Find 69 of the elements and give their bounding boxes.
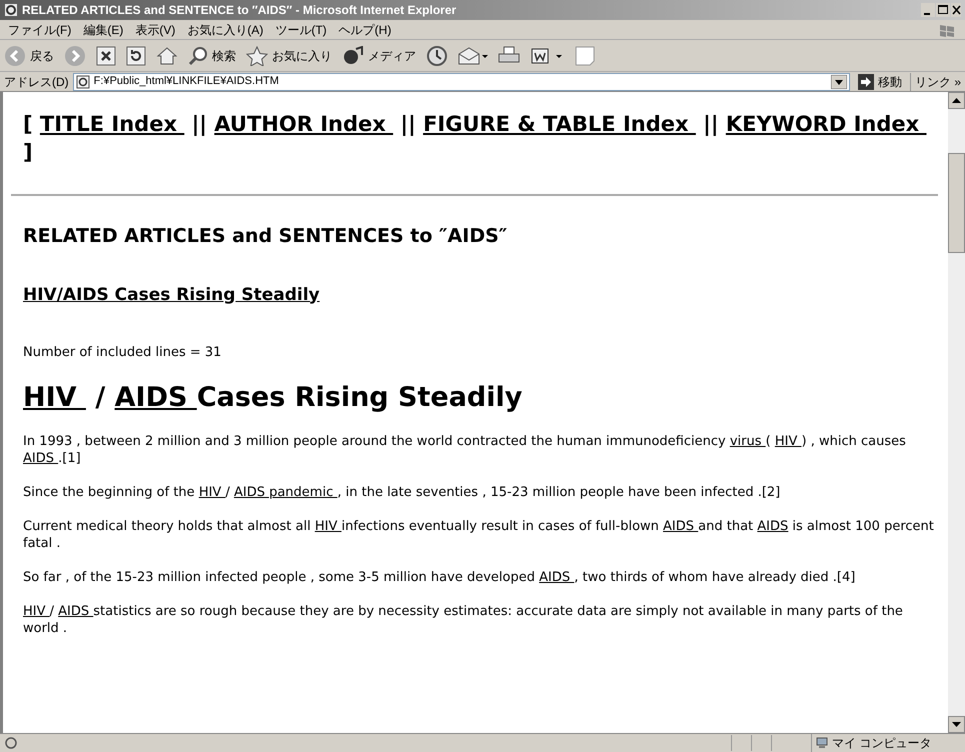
menu-item[interactable]: ファイル(F) — [8, 20, 72, 38]
link[interactable]: HIV — [198, 484, 226, 500]
window-title: RELATED ARTICLES and SENTENCE to ″AIDS″ - Microsoft Internet Explorer — [22, 2, 458, 19]
link[interactable]: FIGURE & TABLE Index — [423, 112, 696, 136]
stop-icon[interactable] — [96, 46, 116, 66]
media-button[interactable]: メディア — [342, 46, 416, 66]
arrow-icon — [858, 74, 874, 90]
scroll-down-button[interactable] — [948, 716, 965, 733]
link[interactable]: HIV — [314, 518, 342, 534]
link[interactable]: HIV — [23, 604, 50, 618]
browser-icon — [4, 3, 18, 17]
search-icon — [188, 46, 208, 66]
search-button[interactable]: 検索 — [188, 46, 236, 66]
maximize-icon[interactable] — [936, 3, 950, 17]
house-icon[interactable] — [156, 46, 178, 66]
link[interactable]: AIDS — [757, 518, 788, 534]
word-document-icon[interactable] — [530, 46, 564, 66]
link[interactable]: AIDS — [23, 450, 58, 466]
go-button[interactable]: 移動 — [854, 72, 906, 90]
address-field[interactable]: F:¥Public_html¥LINKFILE¥AIDS.HTM — [72, 72, 850, 90]
minimize-icon[interactable] — [921, 3, 935, 17]
page-icon — [76, 74, 90, 88]
link[interactable]: HIV — [23, 382, 86, 413]
link[interactable]: HIV — [774, 434, 802, 448]
address-text: F:¥Public_html¥LINKFILE¥AIDS.HTM — [94, 74, 280, 90]
up-arrow-icon — [952, 98, 961, 103]
link[interactable]: TITLE Index — [40, 112, 184, 136]
section-heading: RELATED ARTICLES and SENTENCES to ″AIDS″ — [23, 224, 508, 249]
menu-item[interactable]: ヘルプ(H) — [338, 20, 392, 38]
computer-icon — [816, 737, 828, 749]
links-button[interactable]: リンク » — [910, 72, 961, 90]
scrollbar[interactable] — [948, 92, 965, 733]
link[interactable]: KEYWORD Index — [726, 112, 926, 136]
scroll-up-button[interactable] — [948, 92, 965, 109]
back-button[interactable]: 戻る — [4, 44, 54, 66]
link[interactable]: AIDS — [663, 518, 698, 534]
envelope-icon[interactable] — [458, 46, 488, 66]
link[interactable]: AUTHOR Index — [214, 112, 394, 136]
link[interactable]: virus — [730, 434, 766, 448]
blank-page-icon[interactable] — [574, 44, 596, 66]
clock-icon[interactable] — [426, 44, 448, 66]
menu-item[interactable]: 編集(E) — [83, 20, 124, 38]
paragraph: So far , of the 15-23 million infected people , some 3-5 million have developed AIDS , two thirds of whom have already died .[4] — [23, 568, 856, 586]
page-icon — [4, 736, 18, 750]
zone-label: マイ コンピュータ — [832, 735, 932, 752]
paragraph: HIV / AIDS statistics are so rough because they are by necessity estimates: accurate data are simply not available in many parts of the world . — [23, 602, 904, 636]
refresh-icon[interactable] — [126, 46, 146, 66]
address-label: アドレス(D) — [4, 74, 69, 90]
favorites-button[interactable]: お気に入り — [246, 46, 332, 66]
paragraph: Number of included lines = 31 — [23, 344, 222, 361]
star-icon — [246, 46, 268, 66]
scroll-thumb[interactable] — [948, 152, 965, 252]
paragraph: In 1993 , between 2 million and 3 million people around the world contracted the human immunodeficiency virus ( HIV ) , which causes AIDS .[1] — [23, 432, 907, 466]
down-arrow-icon — [952, 722, 961, 727]
close-icon[interactable] — [951, 3, 961, 17]
menu-item[interactable]: お気に入り(A) — [187, 20, 264, 38]
dropdown-icon[interactable] — [830, 74, 847, 88]
printer-icon[interactable] — [498, 46, 520, 66]
paragraph: Since the beginning of the HIV / AIDS pandemic , in the late seventies , 15-23 million people have been infected .[2] — [23, 484, 782, 500]
nav-links: [ TITLE Index || AUTHOR Index || FIGURE & TABLE Index || KEYWORD Index ] — [23, 110, 940, 166]
menu-item[interactable]: ツール(T) — [275, 20, 327, 38]
link[interactable]: AIDS pandemic — [234, 484, 338, 500]
menu-item[interactable]: 表示(V) — [135, 20, 176, 38]
paragraph: Current medical theory holds that almost all HIV infections eventually result in cases of full-blown AIDS and that AIDS is almost 100 percent fatal . — [23, 518, 935, 552]
article-title: HIV / AIDS Cases Rising Steadily — [23, 381, 524, 415]
link[interactable]: AIDS — [539, 570, 574, 584]
link[interactable]: AIDS — [58, 604, 94, 618]
link[interactable]: HIV/AIDS Cases Rising Steadily — [23, 284, 320, 304]
link[interactable]: AIDS — [114, 382, 197, 413]
